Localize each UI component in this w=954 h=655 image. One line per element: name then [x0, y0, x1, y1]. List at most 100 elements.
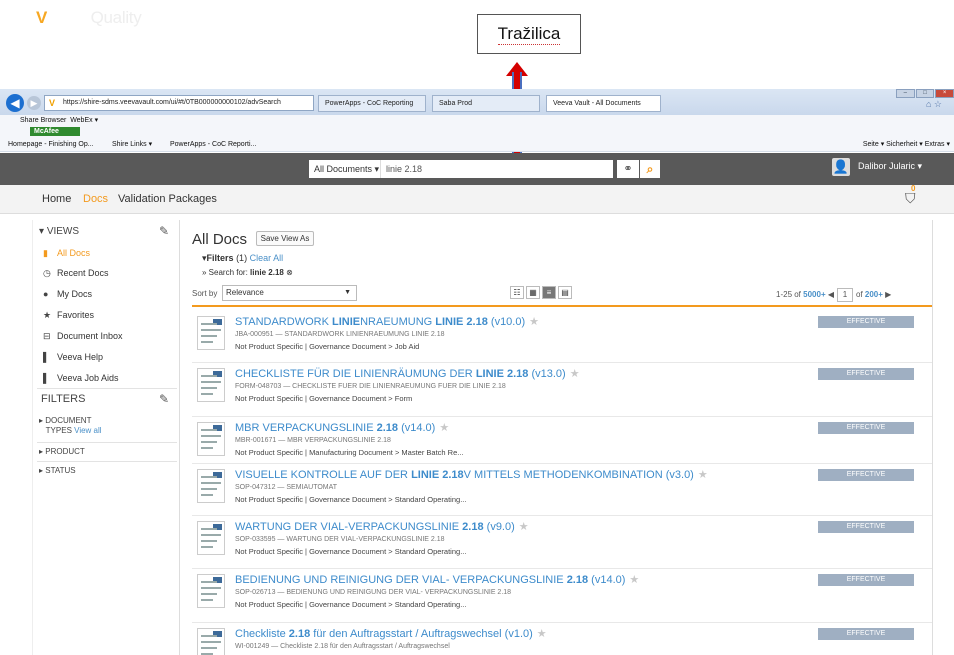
- tab-docs[interactable]: Docs: [83, 193, 108, 205]
- filters-summary[interactable]: ▾Filters (1) Clear All: [202, 253, 283, 264]
- document-thumbnail[interactable]: [197, 422, 225, 456]
- sidebar-item-favorites[interactable]: ★ Favorites: [43, 308, 94, 322]
- view-all-link[interactable]: View all: [74, 426, 101, 435]
- tab-home[interactable]: Home: [42, 193, 71, 205]
- filter-product[interactable]: ▸ PRODUCT: [39, 447, 85, 457]
- sidebar-item-veeva-job-aids[interactable]: ▌ Veeva Job Aids: [43, 371, 119, 385]
- table-view-icon[interactable]: ▤: [558, 286, 572, 299]
- cart-count: 0: [911, 184, 916, 193]
- filters-header: FILTERS: [41, 393, 86, 405]
- status-badge: EFFECTIVE: [818, 469, 914, 481]
- tab-saba[interactable]: Saba Prod: [432, 95, 540, 112]
- view-mode-buttons: ☷ ▦ ≡ ▤: [510, 286, 572, 299]
- edit-filters-icon[interactable]: ✎: [159, 392, 169, 406]
- logo-brand: Vault: [47, 8, 87, 27]
- tab-validation-packages[interactable]: Validation Packages: [118, 193, 217, 205]
- clear-all-link[interactable]: Clear All: [250, 253, 284, 263]
- document-subtitle: SOP-033595 — WARTUNG DER VIAL-VERPACKUNG…: [235, 536, 445, 543]
- document-title-link[interactable]: VISUELLE KONTROLLE AUF DER LINIE 2.18V M…: [235, 468, 708, 481]
- favorite-star-icon[interactable]: ★: [570, 368, 580, 380]
- table-row[interactable]: BEDIENUNG UND REINIGUNG DER VIAL- VERPAC…: [192, 569, 932, 623]
- tab-powerapps[interactable]: PowerApps - CoC Reporting: [318, 95, 426, 112]
- document-type-selector[interactable]: All Documents ▾: [309, 160, 381, 178]
- page-input[interactable]: 1: [837, 288, 853, 302]
- document-title-link[interactable]: BEDIENUNG UND REINIGUNG DER VIAL- VERPAC…: [235, 573, 639, 586]
- share-browser-button[interactable]: Share Browser: [20, 117, 66, 124]
- avatar[interactable]: 👤: [832, 158, 850, 176]
- status-badge: EFFECTIVE: [818, 422, 914, 434]
- favorite-star-icon[interactable]: ★: [698, 469, 708, 481]
- sort-label: Sort by: [192, 289, 218, 298]
- minimize-icon[interactable]: –: [896, 89, 915, 98]
- divider: [37, 388, 177, 389]
- document-thumbnail[interactable]: [197, 574, 225, 608]
- document-subtitle: FORM-048703 — CHECKLISTE FUER DIE LINIEN…: [235, 383, 506, 390]
- document-thumbnail[interactable]: [197, 521, 225, 555]
- sidebar-item-veeva-help[interactable]: ▌ Veeva Help: [43, 350, 103, 364]
- maximize-icon[interactable]: □: [915, 89, 935, 98]
- sidebar-item-my-docs[interactable]: ● My Docs: [43, 287, 92, 301]
- document-category: Not Product Specific | Governance Docume…: [235, 547, 467, 556]
- favorite-star-icon[interactable]: ★: [519, 521, 529, 533]
- search-for-chip: » Search for: linie 2.18 ⊗: [202, 268, 293, 277]
- filter-status[interactable]: ▸ STATUS: [39, 466, 76, 476]
- user-menu[interactable]: Dalibor Jularic ▾: [858, 161, 922, 172]
- search-input[interactable]: linie 2.18: [381, 160, 613, 178]
- table-row[interactable]: STANDARDWORK LINIENRAEUMUNG LINIE 2.18 (…: [192, 311, 932, 363]
- close-icon[interactable]: ×: [935, 89, 954, 98]
- left-sidebar: ▾ VIEWS ✎ ▮ All Docs ◷ Recent Docs ● My Doc…: [32, 220, 180, 655]
- cart-icon[interactable]: ⛉ 0: [905, 184, 916, 207]
- document-title-link[interactable]: Checkliste 2.18 für den Auftragsstart / …: [235, 627, 547, 640]
- tab-veeva[interactable]: Veeva Vault - All Documents: [546, 95, 661, 112]
- grid-view-icon[interactable]: ▦: [526, 286, 540, 299]
- edit-views-icon[interactable]: ✎: [159, 224, 169, 238]
- document-thumbnail[interactable]: [197, 628, 225, 655]
- sidebar-item-recent-docs[interactable]: ◷ Recent Docs: [43, 266, 109, 280]
- document-subtitle: MBR-001671 — MBR VERPACKUNGSLINIE 2.18: [235, 437, 391, 444]
- mcafee-button[interactable]: McAfee: [30, 127, 80, 136]
- divider: [37, 442, 177, 443]
- address-bar[interactable]: Vhttps://shire-sdms.veevavault.com/ui/#t…: [44, 95, 314, 111]
- detail-view-icon[interactable]: ☷: [510, 286, 524, 299]
- favorite-shire-links[interactable]: Shire Links ▾: [112, 137, 152, 152]
- binoculars-icon[interactable]: ⚭: [617, 160, 639, 178]
- save-view-button[interactable]: Save View As: [256, 231, 314, 246]
- favorite-star-icon[interactable]: ★: [529, 316, 539, 328]
- favorite-star-icon[interactable]: ★: [439, 422, 449, 434]
- sidebar-item-document-inbox[interactable]: ⊟ Document Inbox: [43, 329, 123, 343]
- search-icon[interactable]: ⌕: [640, 160, 660, 178]
- table-row[interactable]: VISUELLE KONTROLLE AUF DER LINIE 2.18V M…: [192, 464, 932, 516]
- favorite-powerapps[interactable]: PowerApps - CoC Reporti...: [170, 137, 256, 152]
- prev-page-icon[interactable]: ◀: [828, 290, 834, 299]
- home-star-icons[interactable]: ⌂ ☆: [926, 99, 942, 110]
- favorite-star-icon[interactable]: ★: [537, 628, 547, 640]
- veeva-logo-icon: V: [36, 8, 48, 27]
- document-title-link[interactable]: CHECKLISTE FÜR DIE LINIENRÄUMUNG DER LIN…: [235, 367, 580, 380]
- document-thumbnail[interactable]: [197, 469, 225, 503]
- document-thumbnail[interactable]: [197, 316, 225, 350]
- list-view-icon[interactable]: ≡: [542, 286, 556, 299]
- table-row[interactable]: MBR VERPACKUNGSLINIE 2.18 (v14.0) ★ MBR-00…: [192, 417, 932, 464]
- webex-button[interactable]: WebEx ▾: [70, 117, 98, 124]
- document-title-link[interactable]: WARTUNG DER VIAL-VERPACKUNGSLINIE 2.18 (…: [235, 520, 529, 533]
- status-badge: EFFECTIVE: [818, 574, 914, 586]
- forward-icon[interactable]: ▶: [27, 96, 41, 110]
- back-icon[interactable]: ◀: [6, 94, 24, 112]
- table-row[interactable]: Checkliste 2.18 für den Auftragsstart / …: [192, 623, 932, 655]
- remove-filter-icon[interactable]: ⊗: [286, 268, 293, 277]
- document-title-link[interactable]: MBR VERPACKUNGSLINIE 2.18 (v14.0) ★: [235, 421, 449, 434]
- sidebar-item-all-docs[interactable]: ▮ All Docs: [43, 246, 90, 260]
- favorite-star-icon[interactable]: ★: [629, 574, 639, 586]
- next-page-icon[interactable]: ▶: [885, 290, 891, 299]
- favorite-homepage[interactable]: Homepage - Finishing Op...: [8, 137, 94, 152]
- filter-document-types[interactable]: ▸ DOCUMENT TYPES View all: [39, 416, 102, 436]
- views-header[interactable]: ▾ VIEWS: [39, 226, 79, 237]
- status-badge: EFFECTIVE: [818, 628, 914, 640]
- document-title-link[interactable]: STANDARDWORK LINIENRAEUMUNG LINIE 2.18 (…: [235, 315, 539, 328]
- vault-logo[interactable]: VVault Quality: [36, 8, 142, 28]
- sort-select[interactable]: Relevance ▼: [222, 285, 357, 301]
- table-row[interactable]: CHECKLISTE FÜR DIE LINIENRÄUMUNG DER LIN…: [192, 363, 932, 417]
- document-thumbnail[interactable]: [197, 368, 225, 402]
- table-row[interactable]: WARTUNG DER VIAL-VERPACKUNGSLINIE 2.18 (…: [192, 516, 932, 569]
- command-bar[interactable]: Seite ▾ Sicherheit ▾ Extras ▾: [863, 137, 950, 152]
